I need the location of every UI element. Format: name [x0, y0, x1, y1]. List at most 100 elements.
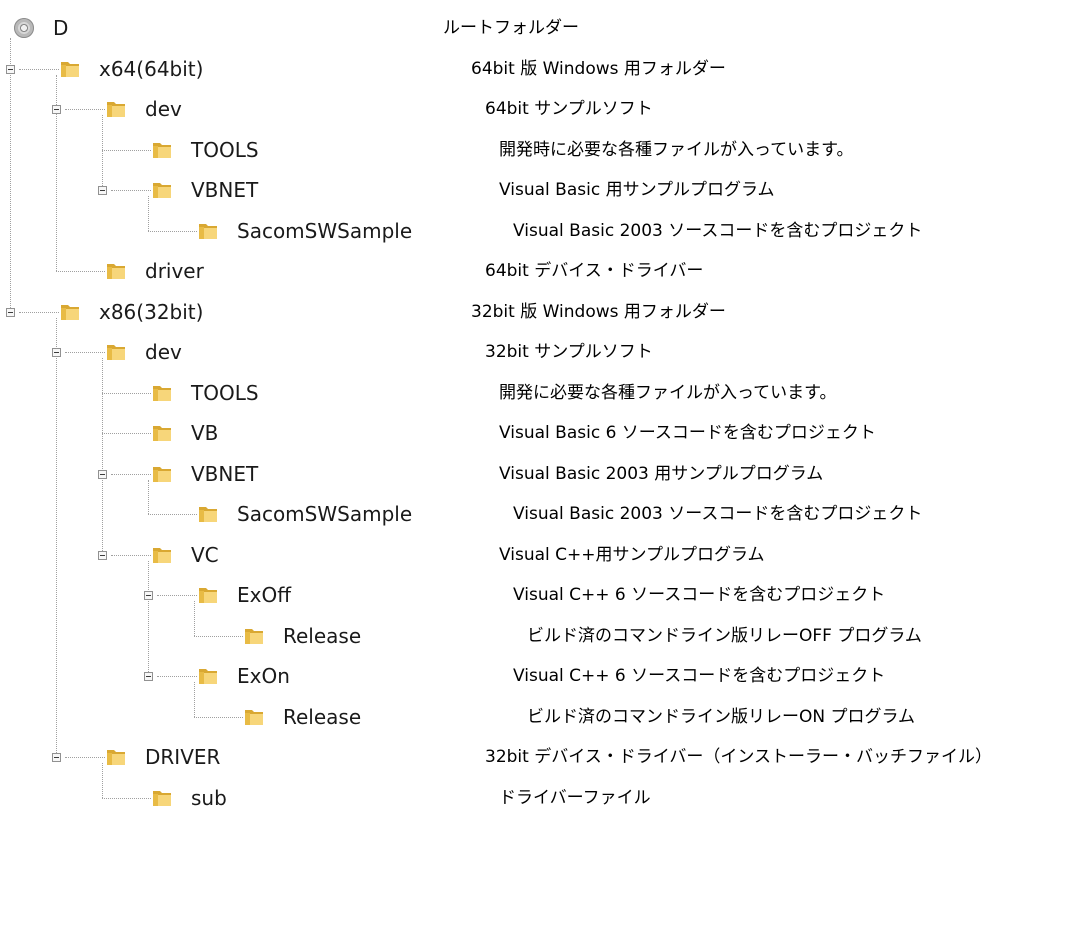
tree-guide-horizontal [157, 595, 197, 596]
tree-node-x64-sacomswsample[interactable]: SacomSWSample [237, 219, 412, 243]
tree-guide-horizontal [111, 190, 151, 191]
tree-guide-vertical [56, 74, 57, 271]
tree-guide-vertical [148, 479, 149, 514]
tree-guide-horizontal [56, 271, 105, 272]
collapse-toggle-icon[interactable] [6, 307, 15, 317]
folder-icon [243, 706, 265, 728]
folder-description: Visual Basic 2003 用サンプルプログラム [499, 463, 824, 484]
tree-node-x64-driver[interactable]: driver [145, 259, 204, 283]
tree-guide-vertical [194, 682, 195, 717]
folder-description: 64bit デバイス・ドライバー [485, 261, 704, 281]
tree-guide-horizontal [65, 757, 105, 758]
tree-guide-horizontal [194, 635, 243, 637]
collapse-toggle-icon[interactable] [98, 186, 107, 195]
collapse-toggle-icon[interactable] [98, 550, 107, 560]
tree-guide-vertical [102, 115, 103, 190]
folder-icon [197, 584, 219, 606]
folder-icon [151, 544, 173, 566]
folder-tree: Dx64(64bit) dev TOOLS VBNET SacomSWSample dri… [0, 0, 430, 948]
folder-icon [197, 220, 219, 242]
tree-guide-horizontal [102, 149, 151, 151]
tree-node-x86-driver[interactable]: DRIVER [145, 745, 220, 769]
tree-node-x64-dev[interactable]: dev [145, 97, 182, 121]
folder-description: Visual C++用サンプルプログラム [499, 544, 765, 565]
folder-description: Visual Basic 2003 ソースコードを含むプロジェクト [513, 504, 923, 524]
folder-icon [105, 98, 127, 120]
tree-node-x86-dev[interactable]: dev [145, 340, 182, 364]
tree-node-x86-exon[interactable]: ExOn [237, 664, 290, 688]
folder-description: 32bit 版 Windows 用フォルダー [471, 301, 726, 322]
collapse-toggle-icon[interactable] [6, 64, 15, 74]
tree-node-x64-tools[interactable]: TOOLS [191, 138, 259, 162]
tree-node-x86-exoff[interactable]: ExOff [237, 583, 291, 607]
folder-icon [151, 179, 173, 201]
folder-description: Visual C++ 6 ソースコードを含むプロジェクト [513, 666, 886, 686]
tree-guide-vertical [194, 601, 195, 636]
folder-icon [59, 301, 81, 323]
tree-guide-horizontal [65, 109, 105, 110]
folder-icon [105, 260, 127, 282]
tree-guide-vertical [148, 560, 149, 676]
folder-description: ビルド済のコマンドライン版リレーOFF プログラム [527, 625, 922, 646]
tree-guide-horizontal [148, 514, 197, 515]
folder-description: Visual Basic 2003 ソースコードを含むプロジェクト [513, 220, 923, 241]
tree-guide-horizontal [65, 352, 105, 353]
tree-guide-vertical [102, 763, 103, 798]
tree-node-x86[interactable]: x86(32bit) [99, 300, 203, 324]
collapse-toggle-icon[interactable] [52, 348, 61, 357]
folder-icon [151, 382, 173, 404]
folder-icon [151, 463, 173, 485]
folder-description: 開発時に必要な各種ファイルが入っています。 [499, 139, 854, 160]
tree-guide-horizontal [19, 68, 59, 70]
folder-icon [105, 746, 127, 768]
tree-node-x86-tools[interactable]: TOOLS [191, 381, 259, 405]
tree-guide-horizontal [148, 230, 197, 232]
folder-icon [243, 625, 265, 647]
tree-guide-horizontal [111, 554, 151, 556]
folder-description: 64bit サンプルソフト [485, 99, 653, 119]
tree-node-x64[interactable]: x64(64bit) [99, 57, 203, 81]
tree-guide-horizontal [102, 433, 151, 434]
disc-drive-icon [14, 18, 34, 38]
folder-description: Visual C++ 6 ソースコードを含むプロジェクト [513, 585, 886, 605]
tree-node-x86-exoff-release[interactable]: Release [283, 624, 361, 648]
tree-node-x86-vbnet[interactable]: VBNET [191, 462, 258, 486]
tree-guide-vertical [102, 358, 103, 555]
tree-guide-vertical [10, 38, 11, 312]
collapse-toggle-icon[interactable] [52, 105, 61, 114]
tree-guide-horizontal [102, 392, 151, 394]
collapse-toggle-icon[interactable] [98, 469, 107, 479]
folder-description: Visual Basic 6 ソースコードを含むプロジェクト [499, 423, 876, 443]
tree-node-x86-driver-sub[interactable]: sub [191, 786, 227, 810]
collapse-toggle-icon[interactable] [52, 753, 61, 762]
folder-icon [151, 139, 173, 161]
folder-description: 32bit サンプルソフト [485, 342, 653, 362]
tree-guide-horizontal [19, 311, 59, 313]
collapse-toggle-icon[interactable] [144, 672, 153, 681]
tree-node-x86-vb[interactable]: VB [191, 421, 218, 445]
tree-node-x86-sacomswsample[interactable]: SacomSWSample [237, 502, 412, 526]
tree-node-x86-vc[interactable]: VC [191, 543, 219, 567]
tree-guide-horizontal [111, 473, 151, 475]
tree-guide-horizontal [194, 716, 243, 718]
folder-icon [151, 422, 173, 444]
folder-icon [197, 665, 219, 687]
tree-guide-horizontal [102, 797, 151, 799]
folder-icon [59, 58, 81, 80]
collapse-toggle-icon[interactable] [144, 591, 153, 600]
tree-guide-vertical [148, 196, 149, 231]
tree-node-d[interactable]: D [53, 16, 68, 40]
folder-description: ルートフォルダー [443, 18, 579, 38]
folder-icon [197, 503, 219, 525]
tree-guide-horizontal [157, 676, 197, 677]
tree-node-x64-vbnet[interactable]: VBNET [191, 178, 258, 202]
folder-icon [105, 341, 127, 363]
folder-description: 開発に必要な各種ファイルが入っています。 [499, 382, 837, 403]
folder-description: Visual Basic 用サンプルプログラム [499, 180, 775, 200]
tree-node-x86-exon-release[interactable]: Release [283, 705, 361, 729]
folder-description: 32bit デバイス・ドライバー（インストーラー・バッチファイル） [485, 747, 993, 767]
folder-icon [151, 787, 173, 809]
folder-description: ドライバーファイル [499, 787, 651, 808]
folder-description: ビルド済のコマンドライン版リレーON プログラム [527, 706, 915, 727]
tree-guide-vertical [56, 317, 57, 757]
